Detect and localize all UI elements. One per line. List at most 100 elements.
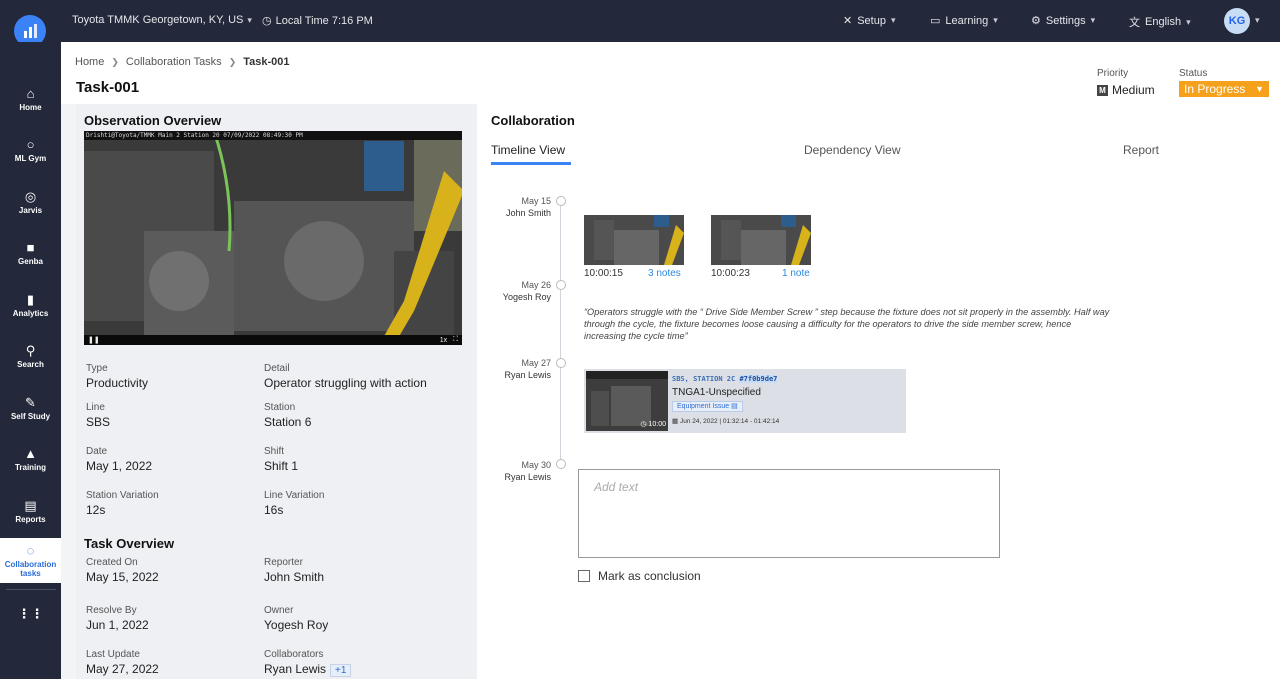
linked-clip-card[interactable]: ◷ 10:00 SBS, STATION 2C #7f0b9de7 TNGA1-… [584, 369, 906, 433]
local-time-text: Local Time 7:16 PM [275, 14, 373, 27]
priority-value: M Medium [1097, 83, 1155, 97]
station-variation-label: Station Variation [86, 490, 159, 501]
tools-icon: ✕ [843, 15, 853, 27]
setup-menu[interactable]: ✕ Setup ▾ [843, 14, 896, 28]
thumbnail-timestamp: 10:00:23 [711, 268, 750, 279]
video-thumbnail[interactable] [711, 215, 811, 265]
nav-training[interactable]: ▲ Training [0, 434, 61, 484]
breadcrumb: Home ❯ Collaboration Tasks ❯ Task-001 [75, 56, 290, 68]
nav-reports[interactable]: ▤ Reports [0, 486, 61, 536]
timeline-author: John Smith [505, 208, 551, 218]
nav-collab-label: Collaboration [4, 559, 57, 569]
language-menu[interactable]: 文 English ▾ [1129, 14, 1191, 30]
resolve-value: Jun 1, 2022 [86, 618, 149, 632]
timeline-date: May 27 [521, 358, 551, 368]
clip-hash: #7f0b9de7 [739, 375, 778, 383]
learning-menu[interactable]: ▭ Learning ▾ [930, 14, 998, 28]
timeline-dot [556, 196, 566, 206]
nav-ml-gym[interactable]: ○ ML Gym [0, 125, 61, 175]
clip-date: ▦ Jun 24, 2022 | 01:32:14 - 01:42:14 [672, 417, 779, 425]
owner-label: Owner [264, 605, 294, 616]
timeline-dot [556, 358, 566, 368]
station-label: Station [264, 402, 296, 413]
mark-conclusion-label[interactable]: Mark as conclusion [598, 569, 701, 583]
search-icon: ⚲ [25, 342, 36, 358]
tab-dependency-view[interactable]: Dependency View [804, 143, 901, 157]
shift-value: Shift 1 [264, 459, 299, 473]
tab-report[interactable]: Report [1123, 143, 1159, 157]
nav-self-study[interactable]: ✎ Self Study [0, 383, 61, 433]
nav-apps[interactable]: ⋮⋮ [0, 590, 61, 640]
priority-label: Priority [1097, 68, 1129, 79]
timeline-dot [556, 280, 566, 290]
clip-duration-text: 10:00 [648, 421, 666, 428]
priority-text: Medium [1112, 83, 1155, 97]
observation-video[interactable]: Drishti@Toyota/TMMK Main 2 Station 20 07… [84, 131, 462, 345]
thumbnail-frame [584, 215, 684, 265]
more-collaborators-badge[interactable]: +1 [330, 664, 352, 677]
clock-icon: ◷ [262, 15, 272, 27]
nav-genba-label: Genba [18, 256, 43, 266]
thumbnail-notes-link[interactable]: 1 note [782, 268, 810, 279]
learning-label: Learning [945, 14, 989, 27]
edit-icon: ✎ [25, 394, 36, 410]
nav-collaboration-tasks[interactable]: ◌ Collaboration tasks [0, 538, 61, 583]
nav-reports-label: Reports [15, 514, 46, 524]
nav-jarvis-label: Jarvis [18, 205, 43, 215]
video-controls: ❚❚ 1x ⛶ [84, 335, 462, 345]
collaboration-title: Collaboration [491, 113, 575, 128]
graduation-cap-icon: ▲ [24, 445, 37, 461]
thumbnail-timestamp: 10:00:15 [584, 268, 623, 279]
user-avatar[interactable]: KG [1224, 8, 1250, 34]
breadcrumb-current: Task-001 [243, 56, 290, 68]
site-selector[interactable]: Toyota TMMK Georgetown, KY, US ▾ [72, 14, 252, 26]
crosshair-icon: ◌ [26, 542, 35, 558]
clip-duration: ◷ 10:00 [640, 421, 666, 428]
nav-genba[interactable]: ■ Genba [0, 228, 61, 278]
video-camera-icon: ■ [26, 239, 35, 255]
observation-title: Observation Overview [84, 113, 222, 128]
line-variation-label: Line Variation [264, 490, 325, 501]
timeline-author: Yogesh Roy [502, 292, 551, 302]
clip-title: TNGA1-Unspecified [672, 387, 761, 398]
status-dropdown[interactable]: In Progress ▼ [1179, 81, 1269, 97]
bar-chart-icon: ▮ [26, 291, 35, 307]
line-label: Line [86, 402, 105, 413]
reporter-label: Reporter [264, 557, 303, 568]
clip-tag-text: Equipment Issue [677, 403, 730, 410]
tab-timeline-view[interactable]: Timeline View [491, 143, 565, 157]
priority-badge: M [1097, 84, 1108, 96]
station-variation-value: 12s [86, 503, 106, 517]
add-text-input[interactable] [578, 469, 1000, 558]
chevron-down-icon: ▾ [247, 14, 252, 25]
video-thumbnail[interactable] [584, 215, 684, 265]
collaborators-value: Ryan Lewis +1 [264, 662, 352, 677]
chevron-down-icon: ▾ [1090, 15, 1096, 25]
date-value: May 1, 2022 [86, 459, 153, 473]
translate-icon: 文 [1129, 17, 1140, 29]
chevron-down-icon: ▾ [890, 15, 896, 25]
nav-home[interactable]: ⌂ Home [0, 74, 61, 124]
mark-conclusion-checkbox[interactable] [578, 570, 590, 582]
clip-camera: SBS, STATION 2C #7f0b9de7 [672, 375, 778, 383]
playback-speed[interactable]: 1x [440, 337, 447, 344]
chevron-down-icon[interactable]: ▾ [1255, 15, 1260, 26]
timeline-author: Ryan Lewis [504, 370, 551, 380]
settings-menu[interactable]: ⚙ Settings ▾ [1031, 14, 1096, 28]
created-value: May 15, 2022 [86, 570, 159, 584]
timeline-date: May 26 [521, 280, 551, 290]
nav-jarvis[interactable]: ◎ Jarvis [0, 177, 61, 227]
clip-tag: Equipment Issue ▤ [672, 401, 743, 412]
breadcrumb-tasks[interactable]: Collaboration Tasks [126, 56, 222, 68]
shift-label: Shift [264, 446, 285, 457]
nav-analytics[interactable]: ▮ Analytics [0, 280, 61, 330]
chevron-right-icon: ❯ [228, 56, 237, 67]
language-label: English [1145, 16, 1182, 28]
nav-search[interactable]: ⚲ Search [0, 331, 61, 381]
station-value: Station 6 [264, 415, 312, 429]
fullscreen-icon[interactable]: ⛶ [453, 336, 458, 344]
nav-analytics-label: Analytics [12, 308, 49, 318]
pause-icon[interactable]: ❚❚ [88, 336, 100, 344]
thumbnail-notes-link[interactable]: 3 notes [648, 268, 681, 279]
breadcrumb-home[interactable]: Home [75, 56, 104, 68]
